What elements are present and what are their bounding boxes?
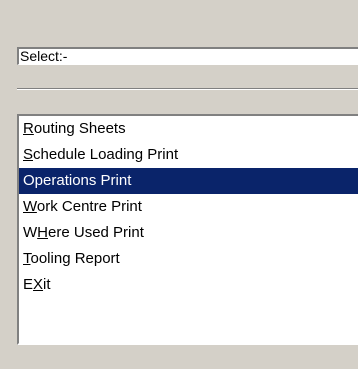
menu-item-label: it xyxy=(43,276,51,293)
menu-item-label: outing Sheets xyxy=(33,120,126,137)
mnemonic-letter: H xyxy=(37,224,49,241)
menu-item-operations-print[interactable]: Operations Print xyxy=(19,168,358,194)
mnemonic-letter: X xyxy=(33,276,44,293)
menu-item-label: chedule Loading Print xyxy=(33,146,179,163)
menu-item-prefix: W xyxy=(23,224,38,241)
menu-item-schedule-loading-print[interactable]: Schedule Loading Print xyxy=(19,142,358,168)
menu-item-tooling-report[interactable]: Tooling Report xyxy=(19,246,358,272)
menu-item-routing-sheets[interactable]: Routing Sheets xyxy=(19,116,358,142)
mnemonic-letter: S xyxy=(23,146,34,163)
select-field[interactable]: Select:- xyxy=(17,47,358,65)
mnemonic-letter: T xyxy=(23,250,31,267)
menu-list[interactable]: Routing Sheets Schedule Loading Print Op… xyxy=(17,114,358,345)
divider xyxy=(17,88,358,90)
menu-item-prefix: E xyxy=(23,276,34,293)
menu-item-label: Operations Print xyxy=(23,172,132,189)
menu-item-label: ere Used Print xyxy=(48,224,144,241)
mnemonic-letter: W xyxy=(23,198,37,215)
mnemonic-letter: R xyxy=(23,120,34,137)
menu-item-label: ork Centre Print xyxy=(36,198,142,215)
menu-item-where-used-print[interactable]: WHere Used Print xyxy=(19,220,358,246)
menu-item-label: ooling Report xyxy=(30,250,120,267)
menu-item-work-centre-print[interactable]: Work Centre Print xyxy=(19,194,358,220)
menu-item-exit[interactable]: EXit xyxy=(19,272,358,298)
